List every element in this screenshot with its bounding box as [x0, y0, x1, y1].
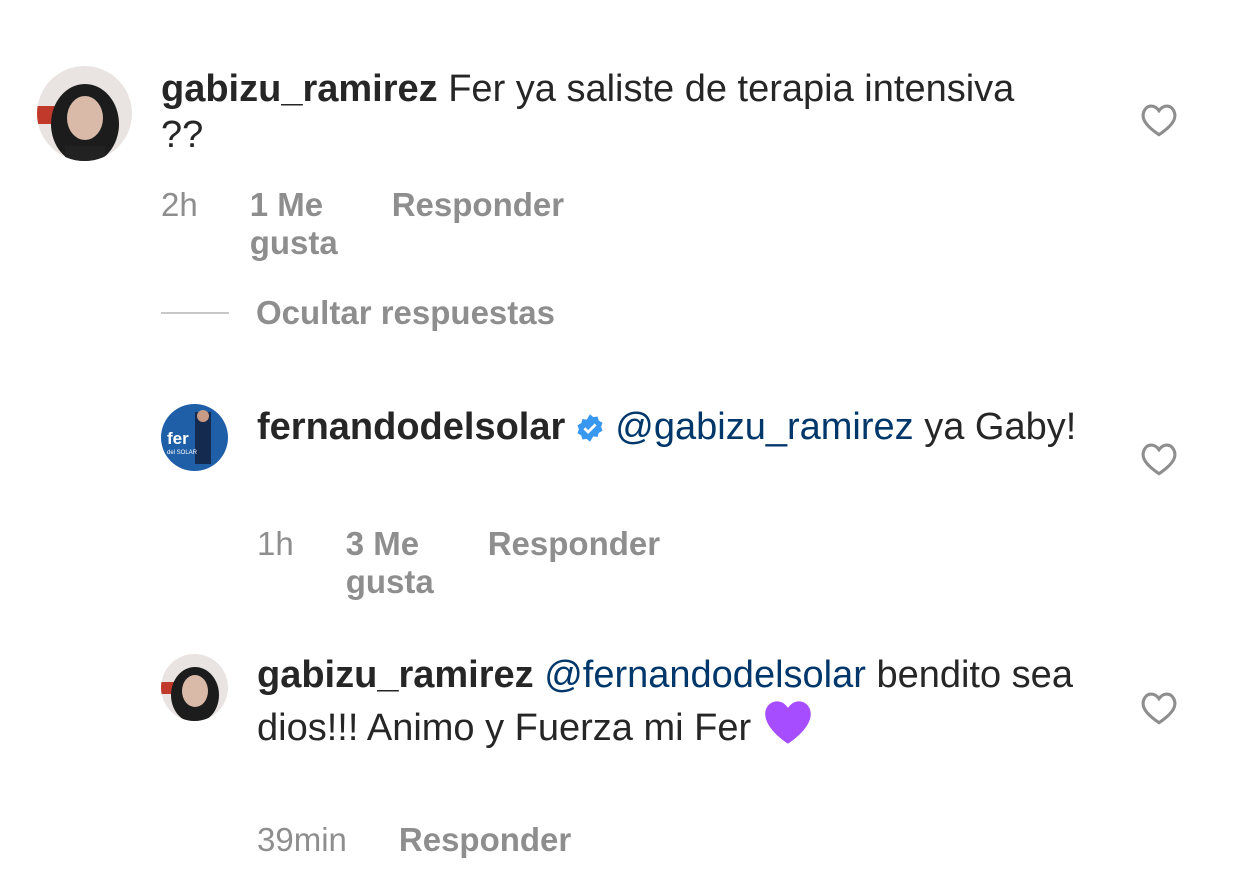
purple-heart-icon — [762, 698, 814, 757]
comment-username[interactable]: gabizu_ramirez — [161, 68, 438, 110]
divider — [161, 312, 229, 314]
hide-replies-toggle[interactable]: Ocultar respuestas — [161, 294, 555, 332]
comment-time: 1h — [257, 525, 294, 562]
hide-replies-label[interactable]: Ocultar respuestas — [256, 294, 555, 332]
comment-meta: 2h 1 Me gusta Responder — [161, 186, 564, 262]
comment-text: fernandodelsolar @gabizu_ramirez ya Gaby! — [257, 404, 1077, 454]
comment-time: 2h — [161, 186, 198, 223]
like-heart-icon[interactable] — [1140, 442, 1178, 476]
like-heart-icon[interactable] — [1140, 103, 1178, 137]
likes-count[interactable]: 1 Me gusta — [250, 186, 338, 262]
comment-text: gabizu_ramirez Fer ya saliste de terapia… — [161, 66, 1061, 158]
avatar[interactable] — [37, 66, 132, 161]
reply-button[interactable]: Responder — [399, 821, 571, 859]
likes-count[interactable]: 3 Me gusta — [346, 525, 434, 601]
reply-button[interactable]: Responder — [488, 525, 660, 563]
avatar[interactable] — [161, 654, 228, 721]
comment-meta: 1h 3 Me gusta Responder — [257, 525, 660, 601]
comment-text: gabizu_ramirez @fernandodelsolar bendito… — [257, 652, 1087, 757]
comment-username[interactable]: fernandodelsolar — [257, 406, 565, 448]
reply-button[interactable]: Responder — [392, 186, 564, 224]
comment-meta: 39min Responder — [257, 821, 571, 859]
avatar-logo-text: fer — [167, 429, 189, 448]
like-heart-icon[interactable] — [1140, 691, 1178, 725]
comment-username[interactable]: gabizu_ramirez — [257, 654, 534, 696]
mention-link[interactable]: @gabizu_ramirez — [615, 406, 913, 448]
comment-body: ya Gaby! — [924, 406, 1077, 448]
verified-badge-icon — [575, 408, 605, 454]
comment-time: 39min — [257, 821, 347, 858]
avatar-logo-subtext: del SOLAR — [167, 450, 198, 456]
avatar[interactable]: fer del SOLAR — [161, 404, 228, 471]
mention-link[interactable]: @fernandodelsolar — [544, 654, 866, 696]
